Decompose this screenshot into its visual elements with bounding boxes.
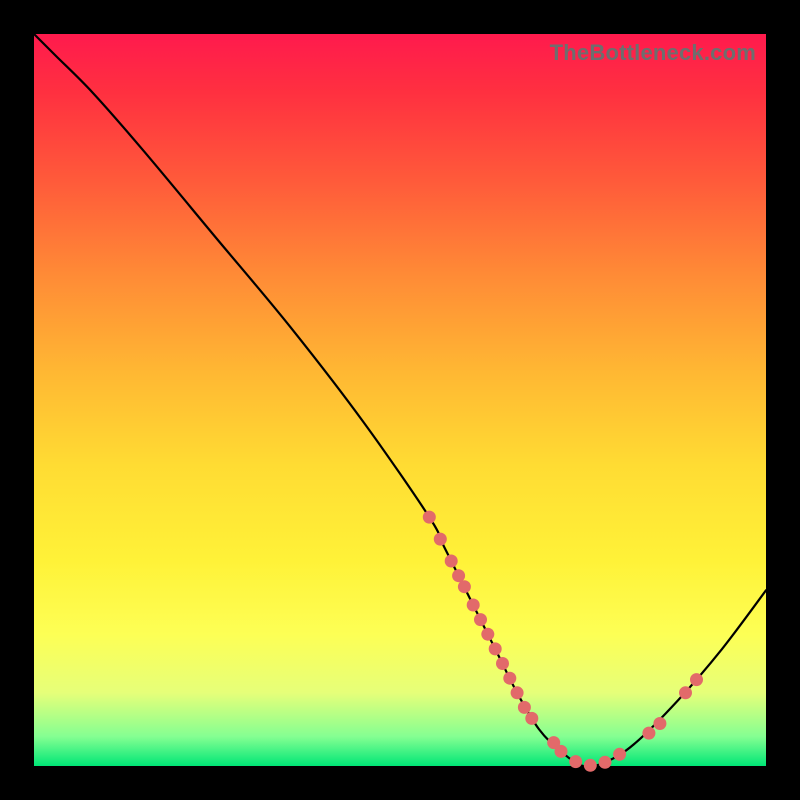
chart-svg [34,34,766,766]
data-point [518,701,531,714]
data-point [653,717,666,730]
data-point [452,569,465,582]
data-point-group [423,511,703,772]
data-point [642,727,655,740]
data-point [481,628,494,641]
data-point [489,642,502,655]
data-point [525,712,538,725]
bottleneck-curve [34,34,766,767]
data-point [555,745,568,758]
data-point [613,748,626,761]
data-point [423,511,436,524]
data-point [458,580,471,593]
data-point [690,673,703,686]
data-point [503,672,516,685]
data-point [496,657,509,670]
data-point [445,555,458,568]
data-point [474,613,487,626]
data-point [599,756,612,769]
data-point [584,759,597,772]
data-point [511,686,524,699]
data-point [569,755,582,768]
data-point [467,599,480,612]
chart-plot-area: TheBottleneck.com [34,34,766,766]
data-point [679,686,692,699]
data-point [434,533,447,546]
